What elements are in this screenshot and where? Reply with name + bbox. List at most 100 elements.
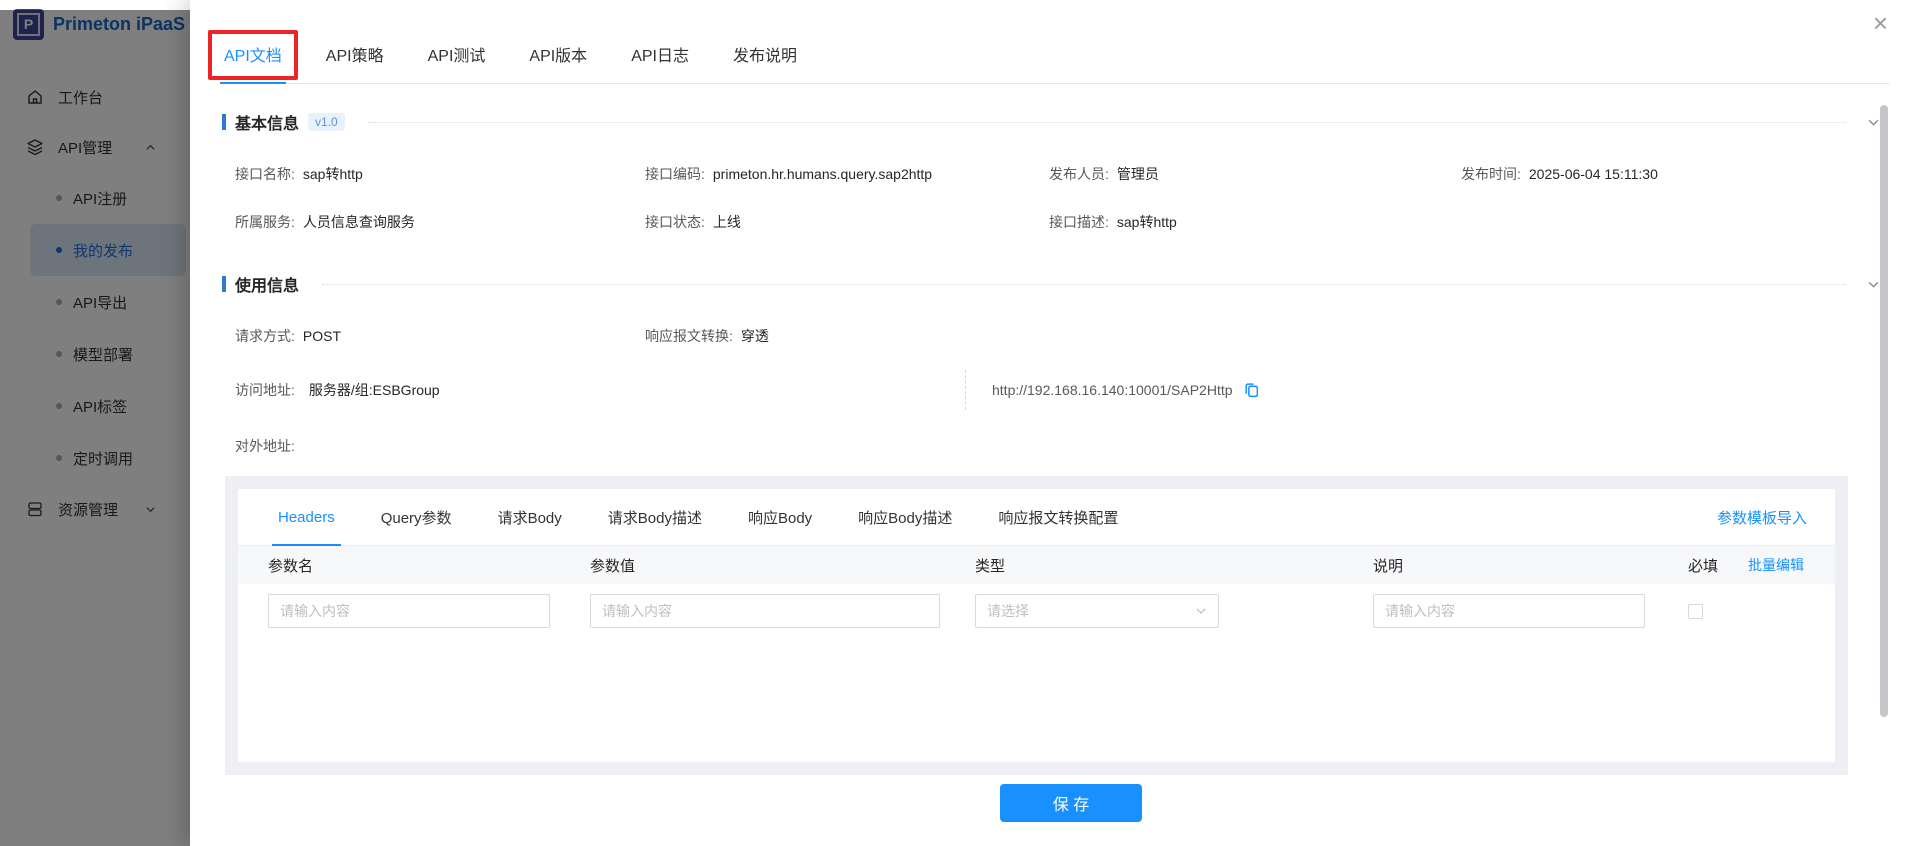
- parameter-panel: Headers Query参数 请求Body 请求Body描述 响应Body 响…: [238, 489, 1835, 762]
- field-api-description: 接口描述: sap转http: [1049, 212, 1461, 232]
- tab-api-log[interactable]: API日志: [629, 42, 691, 83]
- tab-api-doc[interactable]: API文档: [222, 42, 284, 83]
- field-label: 发布时间:: [1461, 164, 1521, 184]
- parameter-tab-bar: Headers Query参数 请求Body 请求Body描述 响应Body 响…: [238, 489, 1835, 546]
- param-type-select[interactable]: 请选择: [975, 594, 1219, 628]
- field-value: 穿透: [741, 326, 769, 346]
- section-title: 基本信息: [235, 110, 299, 134]
- param-table-row: 请选择: [238, 584, 1835, 638]
- usage-info-row-1: 请求方式: POST 响应报文转换: 穿透: [235, 326, 1880, 346]
- dotted-divider: [322, 284, 1846, 285]
- required-checkbox[interactable]: [1688, 604, 1703, 619]
- field-service: 所属服务: 人员信息查询服务: [235, 212, 645, 232]
- basic-info-row-2: 所属服务: 人员信息查询服务 接口状态: 上线 接口描述: sap转http: [235, 212, 1880, 232]
- tab-request-body-desc[interactable]: 请求Body描述: [608, 489, 702, 545]
- column-header-type: 类型: [975, 555, 1373, 576]
- tab-response-body-desc[interactable]: 响应Body描述: [858, 489, 952, 545]
- tab-response-body[interactable]: 响应Body: [748, 489, 812, 545]
- param-table-header: 参数名 参数值 类型 说明 必填 批量编辑: [238, 546, 1835, 584]
- column-header-required: 必填: [1688, 555, 1748, 576]
- tab-api-policy[interactable]: API策略: [324, 42, 386, 83]
- access-address-row: 访问地址: 服务器/组:ESBGroup http://192.168.16.1…: [235, 370, 1880, 410]
- tab-label: Headers: [278, 509, 335, 526]
- field-api-name: 接口名称: sap转http: [235, 164, 645, 184]
- tab-label: 响应报文转换配置: [998, 507, 1118, 528]
- field-label: 对外地址:: [235, 436, 295, 456]
- field-value: sap转http: [1117, 212, 1177, 232]
- field-api-status: 接口状态: 上线: [645, 212, 1049, 232]
- usage-info-section-header: 使用信息: [222, 272, 1880, 296]
- tab-api-test[interactable]: API测试: [426, 42, 488, 83]
- tab-label: API版本: [529, 48, 587, 65]
- version-badge: v1.0: [308, 113, 345, 131]
- close-icon[interactable]: ×: [1873, 10, 1888, 36]
- chevron-down-icon[interactable]: [1867, 278, 1880, 291]
- tab-label: API日志: [631, 48, 689, 65]
- field-label: 接口名称:: [235, 164, 295, 184]
- chevron-down-icon[interactable]: [1867, 116, 1880, 129]
- tab-label: 发布说明: [733, 48, 797, 65]
- dashed-vertical-divider: [965, 370, 966, 410]
- section-accent-bar: [222, 114, 226, 130]
- tab-label: 响应Body描述: [858, 507, 952, 528]
- param-value-input[interactable]: [590, 594, 940, 628]
- field-label: 请求方式:: [235, 326, 295, 346]
- api-url: http://192.168.16.140:10001/SAP2Http: [992, 382, 1233, 398]
- external-address-row: 对外地址:: [235, 436, 1880, 456]
- tab-label: 响应Body: [748, 507, 812, 528]
- select-placeholder: 请选择: [987, 601, 1029, 621]
- field-access-address: 访问地址: 服务器/组:ESBGroup: [235, 380, 965, 400]
- tab-release-notes[interactable]: 发布说明: [731, 42, 799, 83]
- copy-icon[interactable]: [1243, 382, 1260, 399]
- field-label: 访问地址:: [235, 380, 295, 400]
- tab-label: 请求Body描述: [608, 507, 702, 528]
- field-value: primeton.hr.humans.query.sap2http: [713, 166, 932, 182]
- basic-info-section-header: 基本信息 v1.0: [222, 110, 1880, 134]
- param-desc-input[interactable]: [1373, 594, 1645, 628]
- field-response-transform: 响应报文转换: 穿透: [645, 326, 1880, 346]
- field-label: 接口描述:: [1049, 212, 1109, 232]
- tab-label: 请求Body: [498, 507, 562, 528]
- field-request-method: 请求方式: POST: [235, 326, 645, 346]
- drawer-tab-bar: API文档 API策略 API测试 API版本 API日志 发布说明: [222, 42, 1890, 84]
- tab-request-body[interactable]: 请求Body: [498, 489, 562, 545]
- tab-api-version[interactable]: API版本: [527, 42, 589, 83]
- field-value: POST: [303, 328, 341, 344]
- modal-dim-overlay[interactable]: [0, 10, 190, 846]
- field-value: 人员信息查询服务: [303, 212, 415, 232]
- field-label: 所属服务:: [235, 212, 295, 232]
- parameter-card: Headers Query参数 请求Body 请求Body描述 响应Body 响…: [225, 476, 1848, 775]
- field-publisher: 发布人员: 管理员: [1049, 164, 1461, 184]
- section-accent-bar: [222, 276, 226, 292]
- footer-actions: 保 存: [190, 784, 1908, 822]
- field-value: 管理员: [1117, 164, 1159, 184]
- dotted-divider: [368, 122, 1846, 123]
- api-url-group: http://192.168.16.140:10001/SAP2Http: [992, 382, 1260, 399]
- column-header-param-name: 参数名: [268, 555, 590, 576]
- tab-label: API策略: [326, 48, 384, 65]
- field-value: 服务器/组:ESBGroup: [309, 380, 440, 400]
- field-api-code: 接口编码: primeton.hr.humans.query.sap2http: [645, 164, 1049, 184]
- section-title: 使用信息: [235, 272, 299, 296]
- tab-label: API文档: [224, 48, 282, 65]
- tab-headers[interactable]: Headers: [278, 489, 335, 545]
- column-header-param-value: 参数值: [590, 555, 975, 576]
- field-publish-time: 发布时间: 2025-06-04 15:11:30: [1461, 164, 1880, 184]
- api-detail-drawer: × API文档 API策略 API测试 API版本 API日志 发布说明 基本信…: [190, 0, 1908, 846]
- chevron-down-icon: [1195, 605, 1207, 617]
- basic-info-row-1: 接口名称: sap转http 接口编码: primeton.hr.humans.…: [235, 164, 1880, 184]
- vertical-scrollbar[interactable]: [1880, 105, 1888, 717]
- tab-query-params[interactable]: Query参数: [381, 489, 452, 545]
- field-value: sap转http: [303, 164, 363, 184]
- param-name-input[interactable]: [268, 594, 550, 628]
- param-template-import-link[interactable]: 参数模板导入: [1717, 507, 1807, 528]
- field-label: 接口状态:: [645, 212, 705, 232]
- tab-response-transform-config[interactable]: 响应报文转换配置: [998, 489, 1118, 545]
- save-button[interactable]: 保 存: [1000, 784, 1142, 822]
- tab-label: API测试: [428, 48, 486, 65]
- field-value: 2025-06-04 15:11:30: [1529, 166, 1658, 182]
- tab-label: Query参数: [381, 507, 452, 528]
- bulk-edit-link[interactable]: 批量编辑: [1748, 555, 1804, 575]
- field-value: 上线: [713, 212, 741, 232]
- field-label: 发布人员:: [1049, 164, 1109, 184]
